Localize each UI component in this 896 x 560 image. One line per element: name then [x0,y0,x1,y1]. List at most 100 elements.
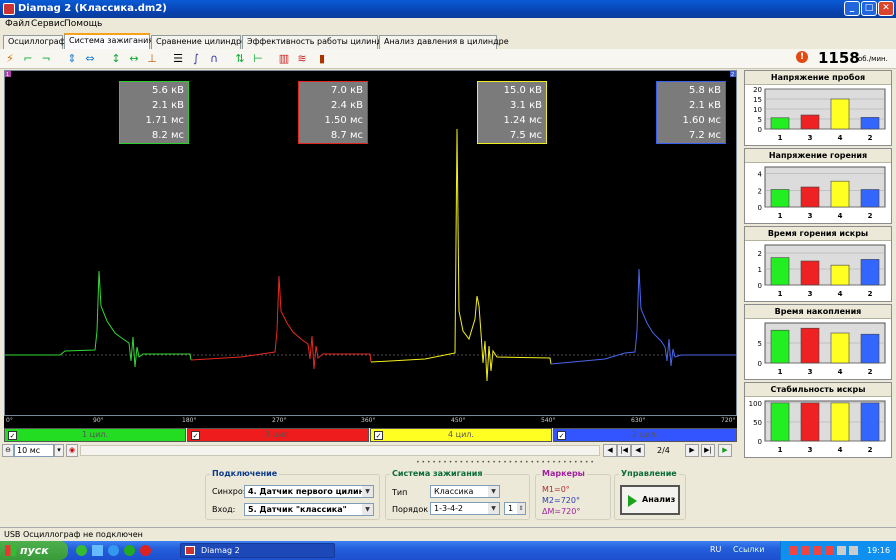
close-button[interactable]: ✕ [878,1,894,16]
play-button[interactable]: ▶ [718,444,732,457]
cylinder-1-segment[interactable]: ✓ 1 цил. [4,428,186,442]
cylinder-3-checkbox[interactable]: ✓ [191,431,200,440]
probe-icon[interactable]: ⚡ [2,51,18,67]
taskbar-app-diamag[interactable]: Diamag 2 [180,543,335,558]
tray-icon[interactable] [837,546,846,555]
control-group: Управление Анализ [614,469,686,520]
chart-icon[interactable]: ▥ [276,51,292,67]
y-tick-label: 0 [758,204,762,212]
first-page-button[interactable]: |◀ [617,444,631,457]
y-tick-label: 0 [758,438,762,446]
bar-cyl-4 [830,180,850,208]
sync-select[interactable]: 4. Датчик первого цилинд ▼ [244,485,374,498]
spinner-arrows-icon[interactable]: ⇕ [517,503,525,514]
zoom-vertical-icon[interactable]: ⇕ [64,51,80,67]
tab-oscilloscope[interactable]: Осциллограф [3,35,65,49]
tab-pressure-analysis[interactable]: Анализ давления в цилиндре [379,35,509,49]
cylinder-1-checkbox[interactable]: ✓ [8,431,17,440]
cylinder-4-checkbox[interactable]: ✓ [374,431,383,440]
measure-icon[interactable]: ∫ [188,51,204,67]
bar-cyl-2 [860,333,880,364]
cursor-icon[interactable]: ↕ [108,51,124,67]
x-category-label: 1 [778,368,783,376]
next-page-button[interactable]: ▶ [685,444,699,457]
record-icon[interactable]: ◉ [66,444,78,457]
trigger-fall-icon[interactable]: ¬ [38,51,54,67]
bar-cyl-4 [830,264,850,286]
bar-chart-icon[interactable]: ▮ [314,51,330,67]
x-category-label: 1 [778,212,783,220]
prev-page-button[interactable]: ◀ [631,444,645,457]
y-tick-label: 1 [758,266,762,274]
tray-icon[interactable] [813,546,822,555]
scroll-left-button[interactable]: ◀ [603,444,617,457]
trigger-rise-icon[interactable]: ⌐ [20,51,36,67]
oscilloscope-view[interactable]: 1 2 5.6 кВ 2.1 кВ 1.71 мс 8.2 мс 7.0 кВ … [4,70,737,416]
tab-cylinder-compare[interactable]: Сравнение цилиндров [151,35,251,49]
trace-cyl-4 [370,128,552,382]
align-icon[interactable]: ⊢ [250,51,266,67]
zoom-horizontal-icon[interactable]: ⇔ [82,51,98,67]
messenger-icon[interactable] [76,545,87,556]
media-icon[interactable] [124,545,135,556]
title-bar: Diamag 2 (Классика.dm2) _ □ ✕ [0,0,896,18]
menu-file[interactable]: Файл [5,19,30,29]
dwell-time-value: 8.2 мс [151,130,184,141]
type-select[interactable]: Классика ▼ [430,485,500,498]
browser-icon[interactable] [108,545,119,556]
last-page-button[interactable]: ▶| [701,444,715,457]
tab-cylinder-efficiency[interactable]: Эффективность работы цилиндров [242,35,397,49]
tray-icon[interactable] [801,546,810,555]
minimize-button[interactable]: _ [844,1,860,16]
wave-icon[interactable]: ∩ [206,51,222,67]
order-label: Порядок [392,505,429,514]
compare-icon[interactable]: ⇅ [232,51,248,67]
opera-icon[interactable] [140,545,151,556]
timebase-dropdown-icon[interactable]: ▾ [54,444,64,457]
app-icon [3,3,15,15]
tab-ignition[interactable]: Система зажигания [64,33,153,49]
bar-cyl-2 [860,259,880,286]
links-toolbar[interactable]: Ссылки [733,545,764,554]
zoom-out-icon[interactable]: ⊖ [2,444,14,457]
panel-title: Стабильность искры [745,383,891,397]
maximize-button[interactable]: □ [861,1,877,16]
marker-icon[interactable]: ⊥ [144,51,160,67]
cylinder-4-segment[interactable]: ✓ 4 цил. [370,428,552,442]
tray-icon[interactable] [789,546,798,555]
chevron-down-icon: ▼ [362,486,373,497]
x-category-label: 2 [868,368,873,376]
spectrum-icon[interactable]: ≋ [294,51,310,67]
desktop-icon[interactable] [92,545,103,556]
cylinder-2-checkbox[interactable]: ✓ [557,431,566,440]
order-spinner[interactable]: 1 ⇕ [504,502,526,515]
dwell-time-value: 8.7 мс [330,130,363,141]
x-category-label: 1 [778,446,783,454]
grid-icon[interactable]: ☰ [170,51,186,67]
cylinder-3-label: 3 цил. [265,430,291,439]
type-value: Классика [434,487,474,496]
order-select[interactable]: 1-3-4-2 ▼ [430,502,500,515]
horizontal-scrollbar[interactable] [80,445,600,456]
cylinder-3-segment[interactable]: ✓ 3 цил. [187,428,369,442]
burn-time-chart: 2 1 0 1 3 4 2 [758,244,886,298]
analyze-button[interactable]: Анализ [620,485,680,515]
taskbar-app-label: Diamag 2 [201,546,240,555]
window-title: Diamag 2 (Классика.dm2) [18,3,167,14]
tray-icon[interactable] [849,546,858,555]
analyze-label: Анализ [642,495,676,504]
measure-box-cyl-2: 5.8 кВ 2.1 кВ 1.60 мс 7.2 мс [656,81,726,144]
menu-service[interactable]: Сервис [31,19,65,29]
x-tick: 180° [182,417,197,424]
cursor-move-icon[interactable]: ↔ [126,51,142,67]
panel-splitter[interactable]: • • • • • • • • • • • • • • • • • • • • … [270,459,740,466]
cylinder-2-segment[interactable]: ✓ 2 цил. [553,428,737,442]
language-indicator[interactable]: RU [710,545,721,554]
input-select[interactable]: 5. Датчик "классика" ▼ [244,503,374,516]
tray-icon[interactable] [825,546,834,555]
menu-help[interactable]: Помощь [64,19,102,29]
timebase-select[interactable]: 10 мс [14,444,54,457]
start-button[interactable]: пуск [0,541,68,560]
alert-icon: ! [796,51,808,63]
bar-cyl-1 [770,189,790,208]
